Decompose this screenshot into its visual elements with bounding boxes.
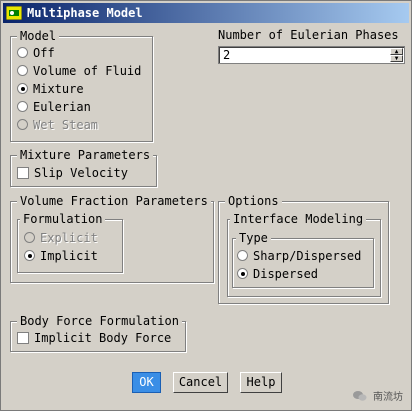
model-option-eulerian[interactable]: Eulerian <box>17 99 91 115</box>
volume-fraction-label: Volume Fraction Parameters <box>17 194 211 208</box>
phases-value[interactable]: 2 <box>223 48 230 62</box>
app-icon <box>6 6 22 20</box>
options-group: Options Interface Modeling Type Sharp/Di… <box>218 194 389 304</box>
help-button[interactable]: Help <box>240 372 282 393</box>
model-group: Model Off Volume of Fluid Mixture Euleri… <box>10 29 153 142</box>
model-option-label: Wet Steam <box>33 118 99 132</box>
implicit-body-force-option[interactable]: Implicit Body Force <box>17 330 171 346</box>
model-option-volume-of-fluid[interactable]: Volume of Fluid <box>17 63 141 79</box>
formulation-option-explicit: Explicit <box>24 230 98 246</box>
model-option-label: Eulerian <box>33 100 91 114</box>
window-title: Multiphase Model <box>27 6 143 20</box>
body-force-label: Body Force Formulation <box>17 314 182 328</box>
mixture-parameters-group: Mixture Parameters Slip Velocity <box>10 148 157 187</box>
slip-velocity-option[interactable]: Slip Velocity <box>17 165 128 181</box>
radio-sharp-dispersed[interactable] <box>237 250 248 261</box>
implicit-body-force-label: Implicit Body Force <box>34 331 172 345</box>
interface-modeling-group: Interface Modeling Type Sharp/Dispersed … <box>227 212 381 297</box>
slip-velocity-checkbox[interactable] <box>17 167 29 179</box>
slip-velocity-label: Slip Velocity <box>34 166 128 180</box>
radio-eulerian[interactable] <box>17 101 28 112</box>
model-option-mixture[interactable]: Mixture <box>17 81 84 97</box>
formulation-option-label: Explicit <box>40 231 98 245</box>
radio-volume-of-fluid[interactable] <box>17 65 28 76</box>
type-label: Type <box>236 231 271 245</box>
body-force-group: Body Force Formulation Implicit Body For… <box>10 314 186 352</box>
model-option-label: Off <box>33 46 55 60</box>
phases-label: Number of Eulerian Phases <box>218 28 399 42</box>
model-option-wet-steam: Wet Steam <box>17 117 98 133</box>
volume-fraction-group: Volume Fraction Parameters Formulation E… <box>10 194 214 283</box>
formulation-option-implicit[interactable]: Implicit <box>24 248 98 264</box>
watermark-text: 南流坊 <box>373 392 403 403</box>
model-option-off[interactable]: Off <box>17 45 55 61</box>
interface-modeling-label: Interface Modeling <box>230 212 367 226</box>
type-option-label: Sharp/Dispersed <box>253 249 362 263</box>
model-group-label: Model <box>17 29 60 43</box>
type-option-dispersed[interactable]: Dispersed <box>237 266 318 282</box>
mixture-parameters-label: Mixture Parameters <box>17 148 154 162</box>
radio-dispersed[interactable] <box>237 268 248 279</box>
phases-spinner[interactable]: 2 ▲ ▼ <box>218 46 405 64</box>
spin-up-icon[interactable]: ▲ <box>390 48 403 55</box>
type-group: Type Sharp/Dispersed Dispersed <box>232 231 374 288</box>
implicit-body-force-checkbox[interactable] <box>17 332 29 344</box>
title-bar[interactable]: Multiphase Model <box>3 3 409 23</box>
formulation-group: Formulation Explicit Implicit <box>17 212 123 273</box>
model-option-label: Mixture <box>33 82 84 96</box>
options-label: Options <box>225 194 282 208</box>
ok-button[interactable]: OK <box>132 372 161 393</box>
multiphase-model-dialog: Multiphase Model Model Off Volume of Flu… <box>0 0 412 411</box>
radio-implicit[interactable] <box>24 250 35 261</box>
radio-mixture[interactable] <box>17 83 28 94</box>
spin-down-icon[interactable]: ▼ <box>390 55 403 62</box>
radio-explicit <box>24 232 35 243</box>
type-option-label: Dispersed <box>253 267 319 281</box>
cancel-button[interactable]: Cancel <box>173 372 228 393</box>
spinner-buttons: ▲ ▼ <box>390 48 403 62</box>
watermark: 南流坊 <box>331 388 403 404</box>
type-option-sharp-dispersed[interactable]: Sharp/Dispersed <box>237 248 361 264</box>
radio-wet-steam <box>17 119 28 130</box>
model-option-label: Volume of Fluid <box>33 64 142 78</box>
radio-off[interactable] <box>17 47 28 58</box>
wechat-icon <box>352 391 367 401</box>
formulation-label: Formulation <box>20 212 106 226</box>
formulation-option-label: Implicit <box>40 249 98 263</box>
